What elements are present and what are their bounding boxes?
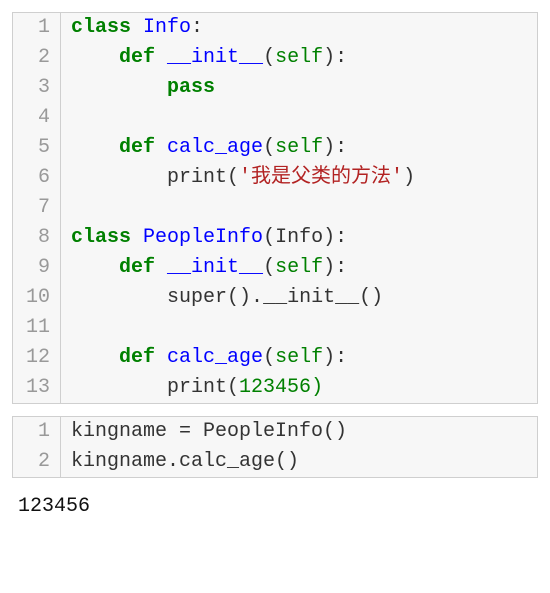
fn-print: print <box>167 166 227 189</box>
code-content: class PeopleInfo(Info): <box>61 223 537 253</box>
param-self: self <box>275 256 323 279</box>
line-number: 2 <box>13 447 61 477</box>
line-number: 4 <box>13 103 61 133</box>
code-line-7: 7 <box>13 193 537 223</box>
line-number: 13 <box>13 373 61 403</box>
fn-print: print <box>167 376 227 399</box>
keyword-class: class <box>71 226 131 249</box>
line-number: 8 <box>13 223 61 253</box>
code-content: kingname = PeopleInfo() <box>61 417 537 447</box>
keyword-def: def <box>119 136 155 159</box>
code-content: def __init__(self): <box>61 253 537 283</box>
line-number: 11 <box>13 313 61 343</box>
code-content <box>61 313 537 343</box>
code-line-3: 3 pass <box>13 73 537 103</box>
line-number: 6 <box>13 163 61 193</box>
code-block-1: 1 class Info: 2 def __init__(self): 3 pa… <box>12 12 538 404</box>
param-self: self <box>275 46 323 69</box>
string-literal: '我是父类的方法' <box>239 166 403 189</box>
code-line-6: 6 print('我是父类的方法') <box>13 163 537 193</box>
fn-init-call: __init__ <box>263 286 359 309</box>
keyword-pass: pass <box>167 76 215 99</box>
line-number: 7 <box>13 193 61 223</box>
line-number: 5 <box>13 133 61 163</box>
code-line-1: 1 class Info: <box>13 13 537 43</box>
code-content: def calc_age(self): <box>61 133 537 163</box>
line-number: 12 <box>13 343 61 373</box>
fn-init: __init__ <box>167 46 263 69</box>
fn-init: __init__ <box>167 256 263 279</box>
keyword-class: class <box>71 16 131 39</box>
param-self: self <box>275 136 323 159</box>
class-name-peopleinfo: PeopleInfo <box>143 226 263 249</box>
code-content <box>61 103 537 133</box>
code-content: kingname.calc_age() <box>61 447 537 477</box>
code-content: def __init__(self): <box>61 43 537 73</box>
output-text: 123456 <box>12 490 538 524</box>
code-line-11: 11 <box>13 313 537 343</box>
code-block-2: 1 kingname = PeopleInfo() 2 kingname.cal… <box>12 416 538 478</box>
line-number: 2 <box>13 43 61 73</box>
number-literal: 123456 <box>239 376 311 399</box>
keyword-def: def <box>119 346 155 369</box>
line-number: 3 <box>13 73 61 103</box>
code-content: print('我是父类的方法') <box>61 163 537 193</box>
base-class-info: Info <box>275 226 323 249</box>
code-content <box>61 193 537 223</box>
code-line-9: 9 def __init__(self): <box>13 253 537 283</box>
line-number: 9 <box>13 253 61 283</box>
code-line-8: 8 class PeopleInfo(Info): <box>13 223 537 253</box>
fn-calc-age: calc_age <box>167 346 263 369</box>
fn-super: super <box>167 286 227 309</box>
code-line-2: 2 kingname.calc_age() <box>13 447 537 477</box>
code-content: super().__init__() <box>61 283 537 313</box>
class-name-info: Info <box>143 16 191 39</box>
code-line-4: 4 <box>13 103 537 133</box>
line-number: 10 <box>13 283 61 313</box>
line-number: 1 <box>13 417 61 447</box>
code-content: print(123456) <box>61 373 537 403</box>
keyword-def: def <box>119 46 155 69</box>
code-line-1: 1 kingname = PeopleInfo() <box>13 417 537 447</box>
code-content: class Info: <box>61 13 537 43</box>
code-line-10: 10 super().__init__() <box>13 283 537 313</box>
param-self: self <box>275 346 323 369</box>
code-content: pass <box>61 73 537 103</box>
code-line-2: 2 def __init__(self): <box>13 43 537 73</box>
code-line-13: 13 print(123456) <box>13 373 537 403</box>
code-content: def calc_age(self): <box>61 343 537 373</box>
code-line-12: 12 def calc_age(self): <box>13 343 537 373</box>
line-number: 1 <box>13 13 61 43</box>
fn-calc-age: calc_age <box>167 136 263 159</box>
code-line-5: 5 def calc_age(self): <box>13 133 537 163</box>
keyword-def: def <box>119 256 155 279</box>
